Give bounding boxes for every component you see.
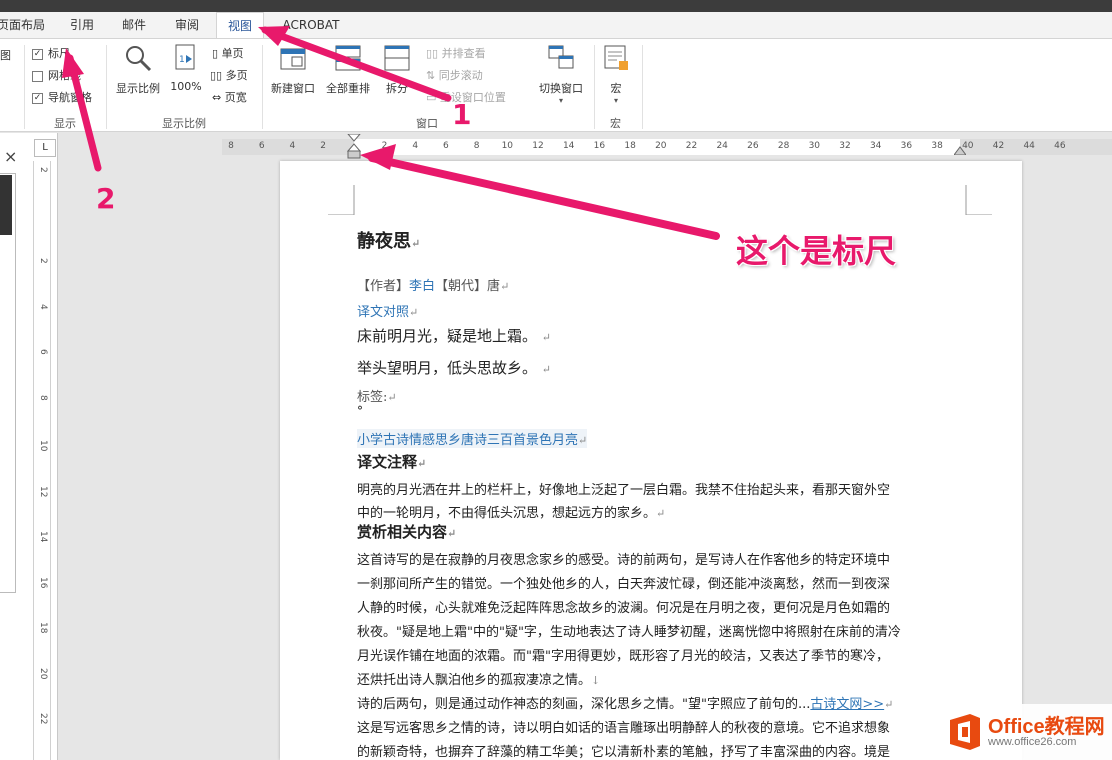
watermark: Office教程网 www.office26.com bbox=[940, 704, 1112, 760]
word-window: 页面布局 引用 邮件 审阅 视图 ACROBAT 图 ✓ 标尺 网格线 ✓ 导航… bbox=[0, 0, 1112, 760]
annotation-number-1: 1 bbox=[452, 98, 472, 131]
annotation-ruler-note: 这个是标尺 bbox=[736, 232, 897, 270]
arrow-2-icon bbox=[62, 48, 102, 172]
arrow-ruler-icon bbox=[360, 144, 720, 240]
watermark-url: www.office26.com bbox=[988, 736, 1077, 748]
annotation-number-2: 2 bbox=[96, 182, 116, 215]
annotation-overlay bbox=[62, 26, 720, 240]
arrow-1-icon bbox=[258, 26, 452, 102]
office-logo-icon bbox=[950, 714, 980, 750]
watermark-title: Office教程网 bbox=[988, 716, 1105, 738]
